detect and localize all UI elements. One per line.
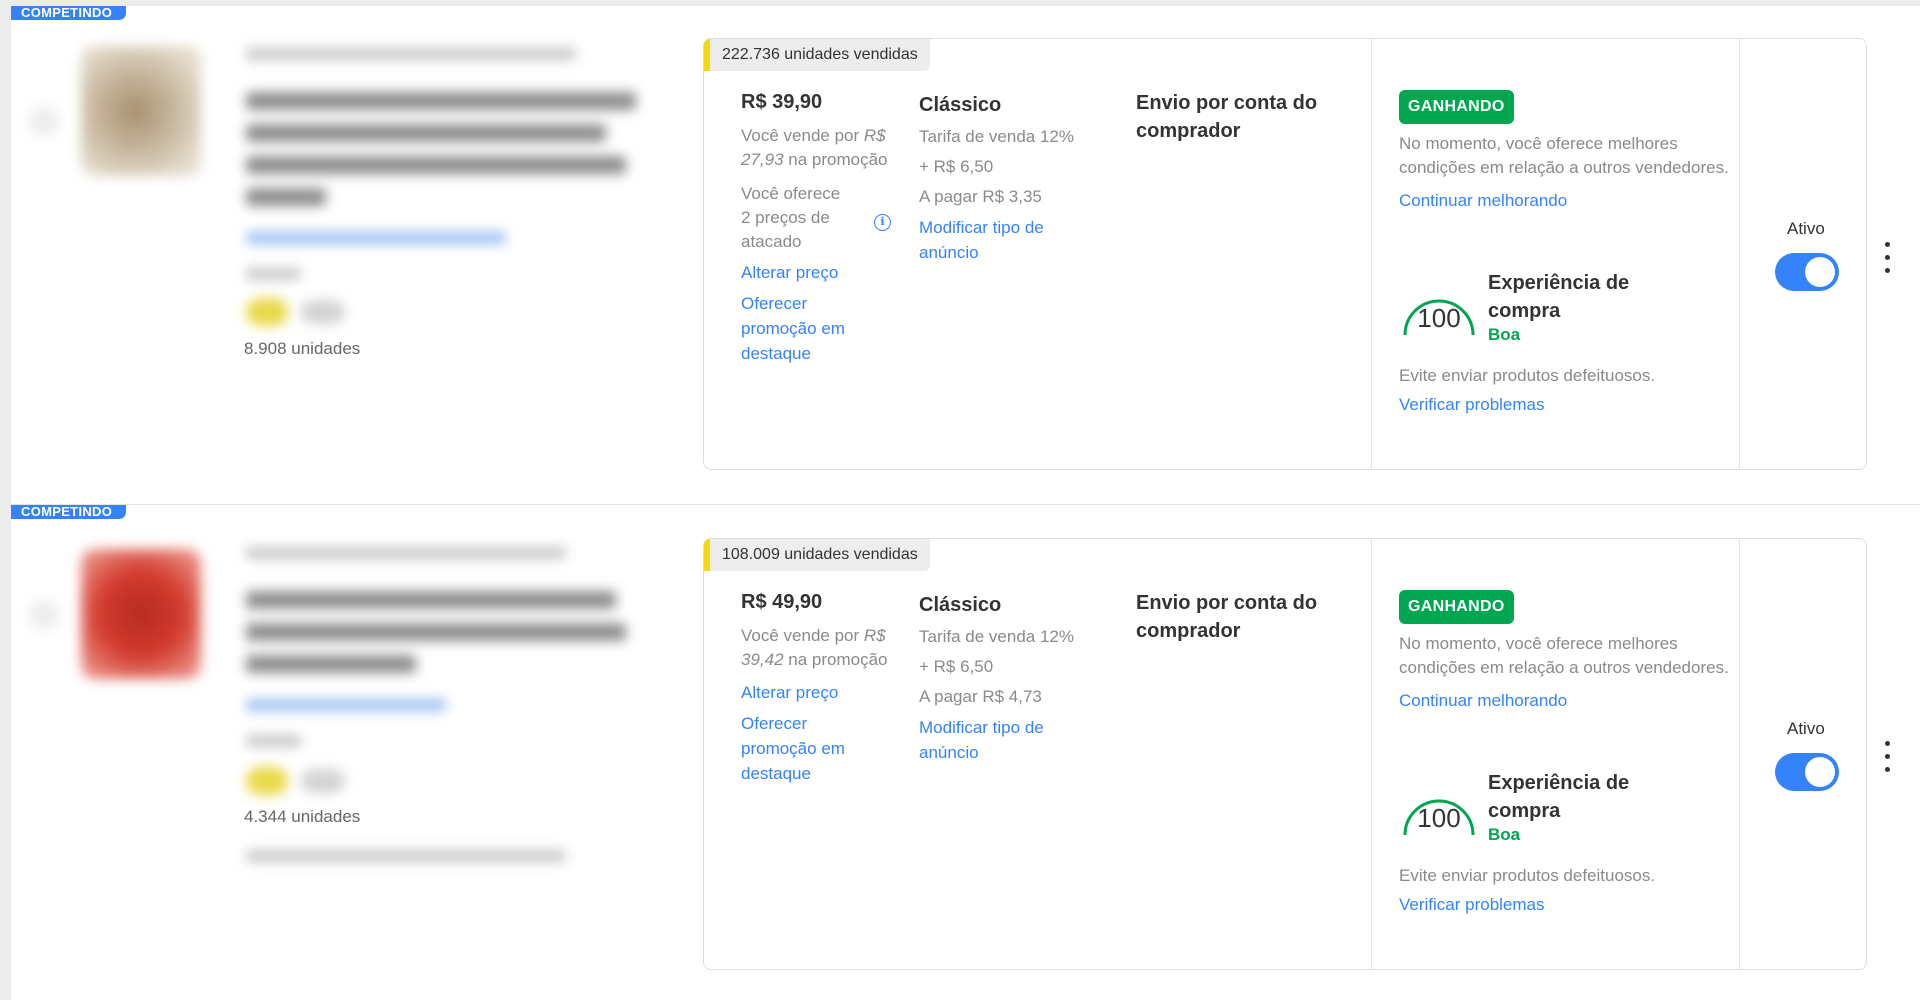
column-divider	[1739, 39, 1740, 469]
left-gutter	[0, 0, 11, 1000]
column-divider	[1371, 539, 1372, 969]
offer-promo-link[interactable]: Oferecer promoção em destaque	[741, 711, 871, 786]
fixed-fee: + R$ 6,50	[919, 157, 994, 176]
shipping-mode: Envio por conta do comprador	[1136, 92, 1318, 142]
offer-promo-link[interactable]: Oferecer promoção em destaque	[741, 291, 871, 366]
check-problems-link[interactable]: Verificar problemas	[1399, 392, 1734, 417]
listings-page: COMPETINDO 8.908 unidades 222.736 unidad…	[0, 0, 1920, 1000]
listing-row: COMPETINDO 8.908 unidades 222.736 unidad…	[11, 6, 1920, 506]
listing-type: Clássico	[919, 594, 1002, 616]
rating-pill	[246, 298, 288, 326]
active-label: Ativo	[1787, 719, 1825, 738]
product-thumbnail[interactable]	[81, 46, 201, 176]
shipping-mode: Envio por conta do comprador	[1136, 592, 1318, 642]
rating-pill	[246, 767, 288, 795]
experience-rating: Boa	[1488, 325, 1521, 344]
keep-improving-link[interactable]: Continuar melhorando	[1399, 688, 1734, 713]
extra-info-blurred	[246, 850, 566, 862]
listing-type: Clássico	[919, 94, 1002, 116]
product-info: 4.344 unidades	[11, 505, 691, 985]
rating-count-pill	[301, 769, 345, 793]
active-label: Ativo	[1787, 219, 1825, 238]
promo-text: Você vende por R$ 39,42 na promoção	[741, 626, 888, 669]
experience-advice: Evite enviar produtos defeituosos. Verif…	[1399, 864, 1734, 917]
listing-type-column: Clássico Tarifa de venda 12% + R$ 6,50 A…	[919, 591, 1099, 765]
rating-count-pill	[301, 300, 345, 324]
stock-units: 8.908 unidades	[244, 339, 361, 358]
price-column: R$ 39,90 Você vende por R$ 27,93 na prom…	[741, 91, 891, 366]
listing-card: 222.736 unidades vendidas R$ 39,90 Você …	[703, 38, 1867, 470]
experience-rating: Boa	[1488, 825, 1521, 844]
toggle-knob	[1805, 757, 1835, 787]
change-price-link[interactable]: Alterar preço	[741, 260, 891, 285]
experience-column: Experiência de compra Boa	[1488, 269, 1658, 345]
avoid-defects-text: Evite enviar produtos defeituosos.	[1399, 866, 1656, 885]
winning-badge: GANHANDO	[1399, 90, 1514, 124]
price-value: R$ 39,90	[741, 91, 823, 113]
info-icon[interactable]: i	[874, 214, 891, 231]
experience-score: 100	[1417, 803, 1461, 833]
experience-title: Experiência de compra	[1488, 772, 1630, 822]
modify-type-link[interactable]: Modificar tipo de anúncio	[919, 215, 1079, 265]
units-sold-tag: 108.009 unidades vendidas	[704, 539, 930, 571]
column-divider	[1739, 539, 1740, 969]
experience-title: Experiência de compra	[1488, 272, 1630, 322]
carousel-nav-icon[interactable]	[29, 600, 59, 630]
shipping-column: Envio por conta do comprador	[1136, 89, 1346, 145]
check-problems-link[interactable]: Verificar problemas	[1399, 892, 1734, 917]
listing-row: COMPETINDO 4.344 unidades 108.009 unidad…	[11, 505, 1920, 1000]
carousel-nav-icon[interactable]	[29, 106, 59, 136]
price-column: R$ 49,90 Você vende por R$ 39,42 na prom…	[741, 591, 891, 786]
sale-fee: Tarifa de venda 12%	[919, 627, 1074, 646]
experience-advice: Evite enviar produtos defeituosos. Verif…	[1399, 364, 1734, 417]
competition-text: No momento, você oferece melhores condiç…	[1399, 634, 1729, 677]
promo-text: Você vende por R$ 27,93 na promoção	[741, 126, 888, 169]
listing-type-column: Clássico Tarifa de venda 12% + R$ 6,50 A…	[919, 91, 1099, 265]
fixed-fee: + R$ 6,50	[919, 657, 994, 676]
column-divider	[1371, 39, 1372, 469]
units-sold-tag: 222.736 unidades vendidas	[704, 39, 930, 71]
more-options-icon[interactable]	[1882, 741, 1892, 773]
keep-improving-link[interactable]: Continuar melhorando	[1399, 188, 1734, 213]
experience-score: 100	[1417, 303, 1461, 333]
listing-card: 108.009 unidades vendidas R$ 49,90 Você …	[703, 538, 1867, 970]
stock-units: 4.344 unidades	[244, 807, 361, 826]
active-toggle[interactable]	[1775, 753, 1839, 791]
wholesale-note: Você oferece 2 preços de atacado	[741, 184, 841, 251]
change-price-link[interactable]: Alterar preço	[741, 680, 891, 705]
active-toggle[interactable]	[1775, 253, 1839, 291]
product-thumbnail[interactable]	[81, 549, 201, 679]
amount-to-pay: A pagar R$ 4,73	[919, 687, 1042, 706]
toggle-knob	[1805, 257, 1835, 287]
competition-column: GANHANDO No momento, você oferece melhor…	[1399, 90, 1734, 213]
winning-badge: GANHANDO	[1399, 590, 1514, 624]
competition-text: No momento, você oferece melhores condiç…	[1399, 134, 1729, 177]
product-info: 8.908 unidades	[11, 6, 691, 486]
experience-column: Experiência de compra Boa	[1488, 769, 1658, 845]
price-value: R$ 49,90	[741, 591, 823, 613]
modify-type-link[interactable]: Modificar tipo de anúncio	[919, 715, 1079, 765]
shipping-column: Envio por conta do comprador	[1136, 589, 1346, 645]
amount-to-pay: A pagar R$ 3,35	[919, 187, 1042, 206]
avoid-defects-text: Evite enviar produtos defeituosos.	[1399, 366, 1656, 385]
competition-column: GANHANDO No momento, você oferece melhor…	[1399, 590, 1734, 713]
more-options-icon[interactable]	[1882, 242, 1892, 274]
sale-fee: Tarifa de venda 12%	[919, 127, 1074, 146]
